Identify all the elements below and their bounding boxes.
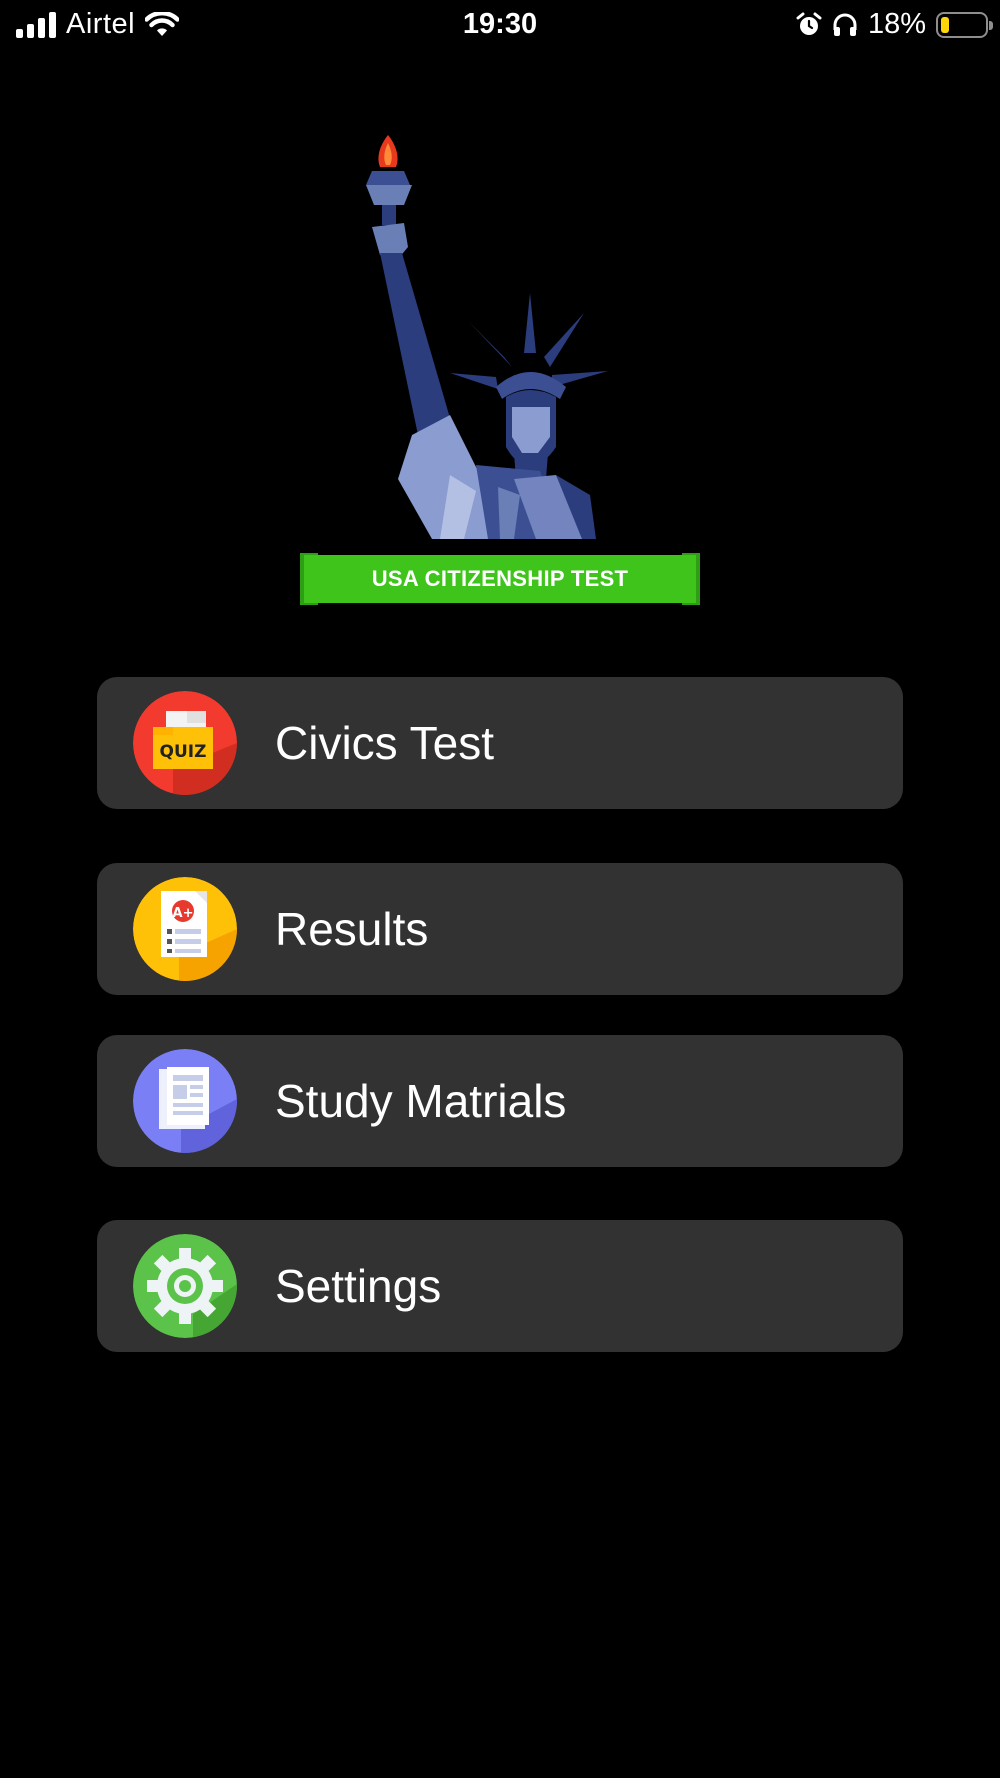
status-bar-right: 18%: [796, 8, 993, 41]
menu-item-study-materials[interactable]: Study Matrials: [97, 1035, 903, 1167]
menu-item-civics-test[interactable]: QUIZ Civics Test: [97, 677, 903, 809]
menu-item-settings[interactable]: Settings: [97, 1220, 903, 1352]
grade-report-icon: A+: [133, 877, 237, 981]
headphones-icon: [833, 13, 857, 36]
svg-text:QUIZ: QUIZ: [160, 742, 207, 762]
document-icon: [133, 1049, 237, 1153]
status-bar: Airtel 19:30 18%: [0, 0, 1000, 50]
gear-icon: [133, 1234, 237, 1338]
ribbon-title: USA CITIZENSHIP TEST: [371, 566, 629, 591]
battery-percent: 18%: [867, 8, 926, 40]
quiz-icon: QUIZ: [133, 691, 237, 795]
menu-item-label: Settings: [275, 1260, 442, 1312]
statue-of-liberty-logo: [300, 135, 700, 605]
menu-item-results[interactable]: A+ Results: [97, 863, 903, 995]
alarm-icon: [796, 12, 822, 35]
svg-text:A+: A+: [173, 906, 194, 921]
battery-icon: [936, 11, 993, 38]
menu-item-label: Civics Test: [275, 717, 494, 769]
menu-item-label: Study Matrials: [275, 1075, 567, 1127]
battery-level: [941, 16, 949, 33]
menu-item-label: Results: [275, 903, 429, 955]
